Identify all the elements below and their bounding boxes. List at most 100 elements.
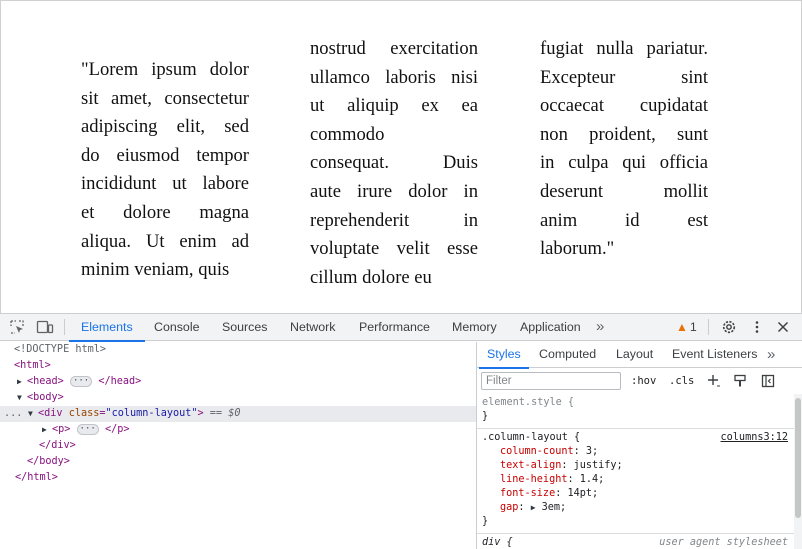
head-open-tag: <head> [27, 376, 64, 387]
column-text-line: sit amet, consectetur [81, 87, 249, 109]
hover-state-toggle[interactable]: :hov [631, 372, 656, 390]
device-toolbar-icon[interactable] [36, 319, 54, 335]
p-open-tag: <p> [52, 424, 71, 435]
warnings-badge[interactable]: ▲ 1 [676, 319, 697, 335]
tab-event-listeners[interactable]: Event Listeners [672, 342, 757, 368]
selected-node-marker: == $0 [209, 408, 241, 419]
expand-shorthand-icon[interactable]: ▶ [531, 503, 536, 512]
property-value: 3em; [541, 502, 567, 513]
doctype-text: <!DOCTYPE html> [14, 344, 107, 355]
dom-node-body[interactable]: ▼ <body> [17, 390, 64, 406]
property-value: justify; [573, 460, 623, 471]
element-picker-icon[interactable] [8, 319, 26, 335]
dom-node-doctype[interactable]: <!DOCTYPE html> [14, 342, 106, 358]
devtools-panel: Elements Console Sources Network Perform… [0, 313, 802, 549]
tab-network[interactable]: Network [290, 314, 335, 341]
column-text-line: laborum." [540, 238, 615, 260]
html-close-tag: </html> [15, 472, 58, 483]
expand-triangle-icon[interactable]: ▶ [42, 422, 52, 438]
styles-sidebar: Styles Computed Layout Event Listeners »… [476, 342, 802, 549]
tab-elements[interactable]: Elements [69, 314, 145, 342]
column-text-line: in culpa qui officia [540, 152, 708, 174]
div-tag-name: div [44, 408, 63, 419]
tab-computed[interactable]: Computed [539, 342, 596, 368]
styles-scrollbar[interactable] [794, 394, 802, 549]
body-open-tag: <body> [27, 392, 64, 403]
tab-layout[interactable]: Layout [616, 342, 653, 368]
column-text-line: adipiscing elit, sed [81, 116, 249, 138]
column-text-line: et dolore magna [81, 201, 249, 223]
html-open-tag: <html> [14, 360, 51, 371]
column-text-line: incididunt ut labore [81, 173, 249, 195]
dom-node-div-selected[interactable]: ... ▼ <div class="column-layout"> == $0 [0, 406, 476, 422]
div-close-tag: </div> [39, 440, 76, 451]
dom-node-html-close[interactable]: </html> [15, 470, 58, 486]
column-text-line: fugiat nulla pariatur. [540, 38, 708, 59]
element-style-rule[interactable]: element.style { } [477, 394, 795, 429]
paint-brush-icon[interactable] [733, 372, 747, 390]
tab-sources[interactable]: Sources [222, 314, 267, 341]
tab-memory[interactable]: Memory [452, 314, 497, 341]
ua-source-label: user agent stylesheet [659, 537, 788, 548]
declaration-font-size[interactable]: font-size: 14pt; [482, 487, 790, 501]
collapsed-content-badge[interactable]: ··· [69, 375, 93, 387]
rule-source-link[interactable]: columns3:12 [721, 431, 788, 445]
tab-performance[interactable]: Performance [359, 314, 430, 341]
declaration-line-height[interactable]: line-height: 1.4; [482, 473, 790, 487]
declaration-text-align[interactable]: text-align: justify; [482, 459, 790, 473]
toolbar-divider-2 [708, 319, 709, 335]
column-layout-selector: .column-layout { [482, 432, 581, 443]
collapsed-content-badge[interactable]: ··· [76, 423, 99, 435]
column-text-line: consequat. Duis [310, 152, 478, 174]
gear-icon[interactable] [720, 319, 738, 335]
more-tabs-button[interactable]: » [596, 314, 604, 341]
column-text-line: commodo [310, 123, 385, 145]
tab-console[interactable]: Console [154, 314, 199, 341]
toggle-sidebar-icon[interactable] [761, 372, 775, 390]
element-style-selector: element.style { [482, 397, 575, 408]
page-viewport: "Lorem ipsum dolor sit amet, consectetur a… [0, 0, 802, 313]
dom-node-div-close[interactable]: </div> [39, 438, 76, 454]
tab-application[interactable]: Application [520, 314, 581, 341]
column-text-line: do eiusmod tempor [81, 144, 249, 166]
rule-close-brace: } [482, 411, 489, 422]
column-text-line: deserunt mollit [540, 180, 708, 202]
dom-node-p[interactable]: ▶ <p> ··· </p> [42, 422, 130, 438]
user-agent-div-rule[interactable]: div { user agent stylesheet [477, 534, 795, 549]
declaration-gap[interactable]: gap: ▶ 3em; [482, 501, 790, 515]
column-text-line: Excepteur sint [540, 66, 708, 88]
row-actions-dots[interactable]: ... [4, 406, 22, 422]
column-text-line: minim veniam, quis [81, 259, 230, 281]
class-toggle[interactable]: .cls [669, 372, 694, 390]
column-text-line: nostrud exercitation [310, 38, 478, 59]
text-column-1: "Lorem ipsum dolor sit amet, consectetur a… [81, 56, 249, 285]
styles-filter-input[interactable] [481, 372, 621, 390]
head-close-tag: </head> [98, 376, 142, 387]
vertical-dots-icon[interactable] [748, 319, 766, 335]
column-text-line: reprehenderit in [310, 209, 478, 231]
column-text-line: ullamco laboris nisi [310, 66, 478, 88]
collapse-triangle-icon[interactable]: ▼ [17, 390, 27, 406]
more-sidebar-tabs-button[interactable]: » [767, 342, 775, 368]
p-close-tag: </p> [104, 424, 130, 435]
collapse-triangle-icon[interactable]: ▼ [28, 406, 38, 422]
close-icon[interactable] [774, 319, 792, 335]
tab-styles[interactable]: Styles [479, 342, 529, 369]
plus-icon[interactable] [707, 372, 721, 390]
scrollbar-thumb[interactable] [795, 398, 801, 518]
toolbar-divider [64, 319, 65, 335]
declaration-column-count[interactable]: column-count: 3; [482, 445, 790, 459]
dom-node-head[interactable]: ▶ <head> ··· </head> [17, 374, 141, 390]
body-close-tag: </body> [27, 456, 70, 467]
warning-triangle-icon: ▲ [676, 320, 688, 334]
property-name: line-height [500, 474, 568, 485]
property-name: column-count [500, 446, 574, 457]
dom-node-body-close[interactable]: </body> [27, 454, 70, 470]
column-text-line: anim id est [540, 209, 708, 231]
dom-node-html[interactable]: <html> [14, 358, 51, 374]
property-value: 3; [585, 446, 599, 457]
expand-triangle-icon[interactable]: ▶ [17, 374, 27, 390]
text-column-2: nostrud exercitation ullamco laboris nisi… [310, 35, 478, 292]
column-layout-rule[interactable]: .column-layout { columns3:12 column-coun… [477, 429, 795, 534]
column-text-line: aute irure dolor in [310, 180, 478, 202]
